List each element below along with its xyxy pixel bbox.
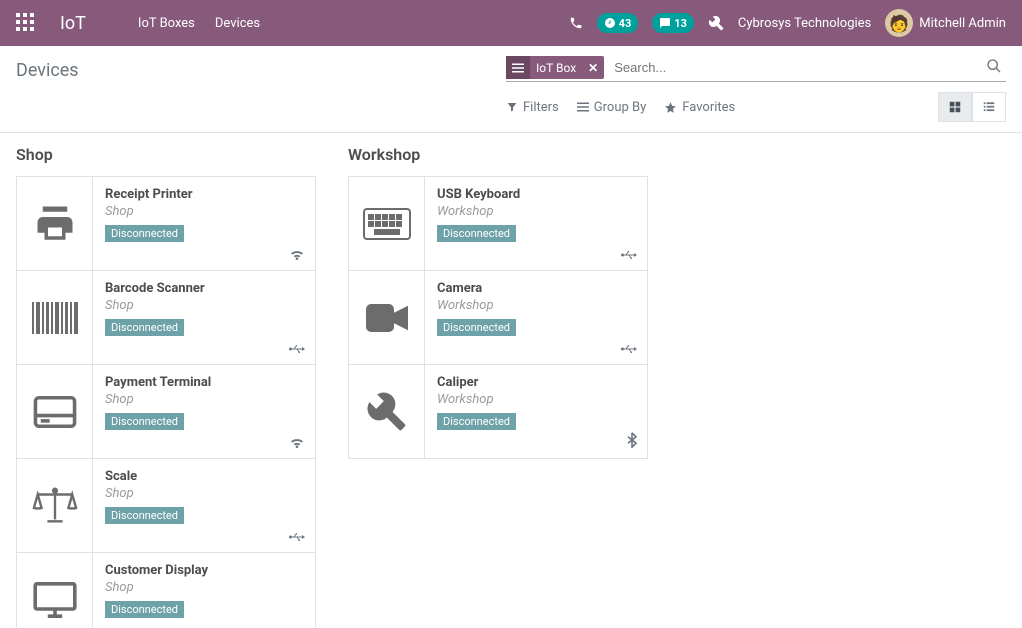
status-badge: Disconnected (437, 319, 516, 336)
wifi-icon (289, 248, 305, 264)
voip-phone-icon[interactable] (569, 16, 583, 30)
device-card[interactable]: Receipt Printer Shop Disconnected (16, 176, 316, 271)
avatar-icon: 🧑 (885, 9, 913, 37)
filters-button[interactable]: Filters (506, 100, 559, 115)
device-card[interactable]: Scale Shop Disconnected (16, 458, 316, 553)
discuss-count: 13 (674, 17, 687, 30)
toolbar: Filters Group By Favorites (506, 82, 1006, 122)
device-iotbox: Shop (105, 580, 303, 595)
device-card[interactable]: Barcode Scanner Shop Disconnected (16, 270, 316, 365)
navbar: IoT IoT Boxes Devices 43 13 Cybrosys Tec… (0, 0, 1022, 46)
group-header[interactable]: Shop (16, 145, 316, 164)
nav-links: IoT Boxes Devices (136, 12, 262, 35)
clock-icon (604, 17, 616, 29)
device-name: Scale (105, 469, 303, 484)
display-icon (17, 553, 93, 627)
device-iotbox: Workshop (437, 204, 635, 219)
status-badge: Disconnected (105, 507, 184, 524)
status-badge: Disconnected (105, 601, 184, 618)
device-name: Caliper (437, 375, 635, 390)
usb-icon (289, 343, 305, 358)
group-header[interactable]: Workshop (348, 145, 648, 164)
kanban-view: ShopReceipt PrinterShopDisconnectedBarco… (0, 133, 1022, 627)
camera-icon (349, 271, 425, 364)
view-switcher (938, 92, 1006, 122)
device-iotbox: Shop (105, 392, 303, 407)
device-iotbox: Workshop (437, 392, 635, 407)
usb-icon (289, 531, 305, 546)
device-iotbox: Workshop (437, 298, 635, 313)
search-input[interactable] (608, 56, 978, 79)
printer-icon (17, 177, 93, 270)
filter-icon (506, 101, 518, 113)
search-facet-groupby[interactable]: IoT Box ✕ (506, 56, 604, 79)
usb-icon (621, 249, 637, 264)
app-brand[interactable]: IoT (60, 13, 86, 34)
device-iotbox: Shop (105, 298, 303, 313)
device-card[interactable]: Customer Display Shop Disconnected (16, 552, 316, 627)
apps-menu-icon[interactable] (16, 13, 36, 33)
list-view-button[interactable] (972, 92, 1006, 122)
search-icon[interactable] (982, 58, 1006, 78)
control-panel: Devices IoT Box ✕ Filters Group By (0, 46, 1022, 133)
device-iotbox: Shop (105, 204, 303, 219)
favorites-button[interactable]: Favorites (664, 100, 735, 115)
device-iotbox: Shop (105, 486, 303, 501)
debug-wrench-icon[interactable] (708, 15, 724, 31)
groupby-icon (577, 102, 589, 112)
groupby-button[interactable]: Group By (577, 100, 647, 115)
device-name: Receipt Printer (105, 187, 303, 202)
device-name: Barcode Scanner (105, 281, 303, 296)
device-name: Customer Display (105, 563, 303, 578)
device-card[interactable]: USB Keyboard Workshop Disconnected (348, 176, 648, 271)
activity-badge[interactable]: 43 (597, 13, 639, 33)
search-box: IoT Box ✕ (506, 56, 1006, 82)
user-name: Mitchell Admin (919, 16, 1006, 31)
bluetooth-icon (627, 432, 637, 452)
status-badge: Disconnected (437, 413, 516, 430)
facet-label: IoT Box (530, 61, 582, 75)
breadcrumb-title: Devices (16, 56, 486, 81)
nav-link-iot-boxes[interactable]: IoT Boxes (136, 12, 197, 35)
star-icon (664, 101, 677, 114)
nav-right: 43 13 Cybrosys Technologies 🧑 Mitchell A… (569, 9, 1006, 37)
discuss-badge[interactable]: 13 (652, 13, 694, 33)
usb-icon (621, 343, 637, 358)
device-name: USB Keyboard (437, 187, 635, 202)
barcode-icon (17, 271, 93, 364)
company-selector[interactable]: Cybrosys Technologies (738, 16, 871, 31)
status-badge: Disconnected (105, 413, 184, 430)
status-badge: Disconnected (437, 225, 516, 242)
scale-icon (17, 459, 93, 552)
chat-icon (659, 17, 671, 29)
wifi-icon (289, 436, 305, 452)
kanban-view-button[interactable] (938, 92, 972, 122)
nav-link-devices[interactable]: Devices (213, 12, 262, 35)
device-name: Payment Terminal (105, 375, 303, 390)
keyboard-icon (349, 177, 425, 270)
device-card[interactable]: Payment Terminal Shop Disconnected (16, 364, 316, 459)
device-name: Camera (437, 281, 635, 296)
wrench-icon (349, 365, 425, 458)
card-icon (17, 365, 93, 458)
facet-remove[interactable]: ✕ (582, 61, 604, 75)
device-card[interactable]: Caliper Workshop Disconnected (348, 364, 648, 459)
activity-count: 43 (619, 17, 632, 30)
kanban-group: ShopReceipt PrinterShopDisconnectedBarco… (16, 145, 316, 627)
device-card[interactable]: Camera Workshop Disconnected (348, 270, 648, 365)
status-badge: Disconnected (105, 319, 184, 336)
user-menu[interactable]: 🧑 Mitchell Admin (885, 9, 1006, 37)
kanban-group: Workshop USB Keyboard Workshop Disconnected… (348, 145, 648, 459)
groupby-indicator-icon (506, 56, 530, 79)
usb-icon (289, 625, 305, 627)
status-badge: Disconnected (105, 225, 184, 242)
